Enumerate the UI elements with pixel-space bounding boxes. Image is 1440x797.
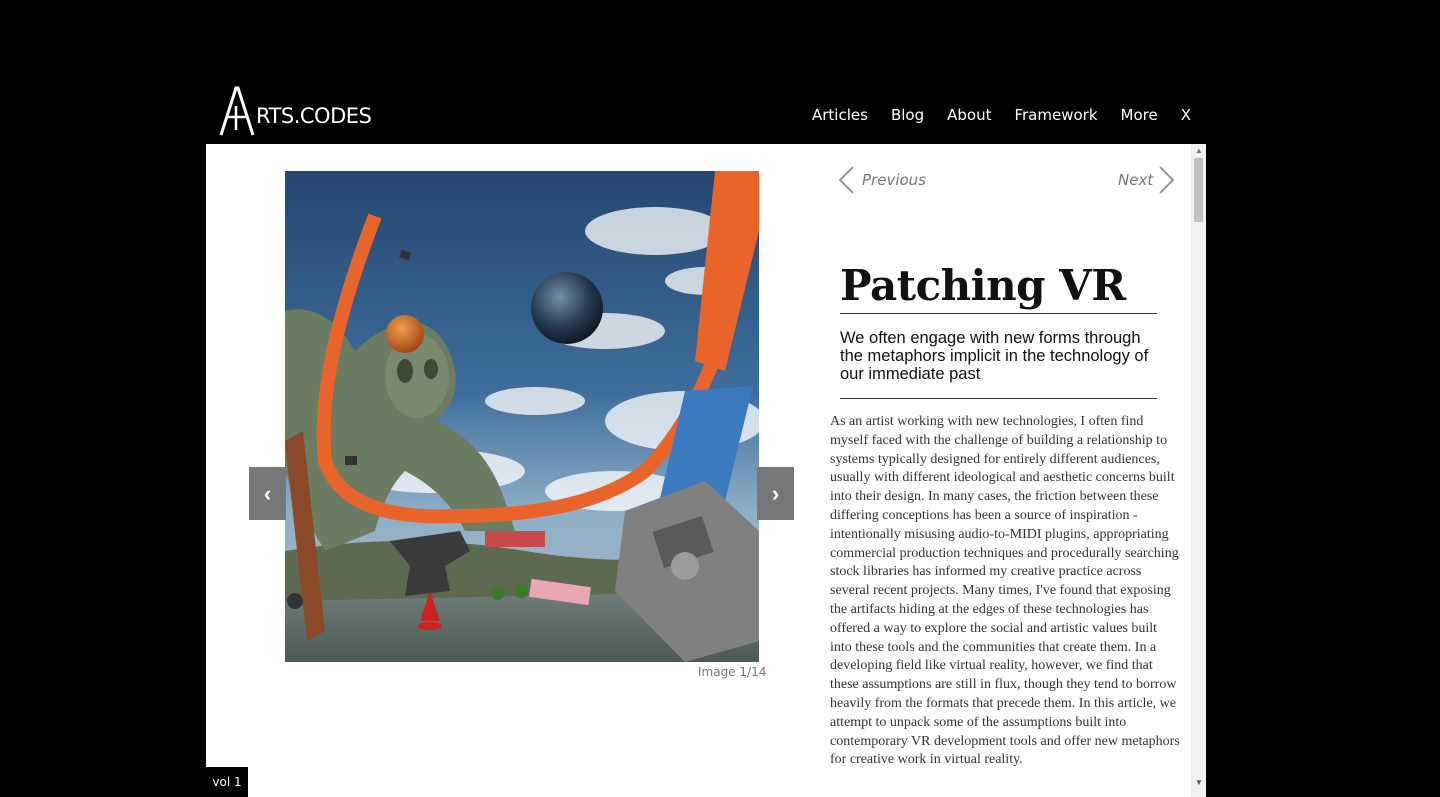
subtitle-divider bbox=[840, 398, 1157, 399]
article-body: As an artist working with new technologi… bbox=[830, 414, 1180, 768]
gallery-prev-button[interactable]: ‹ bbox=[249, 467, 286, 520]
article-subtitle: We often engage with new forms through t… bbox=[840, 329, 1149, 383]
scrollbar[interactable]: ▲ ▼ bbox=[1191, 144, 1206, 797]
volume-badge: vol 1 bbox=[206, 767, 248, 797]
main-nav: Articles Blog About Framework More X bbox=[812, 106, 1191, 124]
chevron-right-icon: › bbox=[771, 480, 780, 506]
nav-about[interactable]: About bbox=[947, 106, 991, 124]
nav-articles[interactable]: Articles bbox=[812, 106, 868, 124]
chevron-right-icon bbox=[1159, 166, 1175, 194]
previous-label: Previous bbox=[862, 171, 926, 189]
site-logo[interactable]: RTS.CODES bbox=[219, 86, 372, 136]
logo-text: RTS.CODES bbox=[256, 104, 372, 128]
nav-more[interactable]: More bbox=[1121, 106, 1158, 124]
chevron-left-icon: ‹ bbox=[263, 480, 272, 506]
previous-article-link[interactable]: Previous bbox=[838, 166, 926, 194]
title-divider bbox=[840, 313, 1157, 314]
next-label: Next bbox=[1118, 171, 1154, 189]
nav-blog[interactable]: Blog bbox=[891, 106, 924, 124]
article-title: Patching VR bbox=[840, 261, 1126, 310]
scroll-down-icon[interactable]: ▼ bbox=[1195, 778, 1203, 787]
article-panel: ‹ › Image 1/14 Previous Next Patching VR… bbox=[206, 144, 1206, 797]
chevron-left-icon bbox=[838, 166, 854, 194]
image-caption: Image 1/14 bbox=[698, 665, 767, 679]
gallery-next-button[interactable]: › bbox=[757, 467, 794, 520]
nav-framework[interactable]: Framework bbox=[1014, 106, 1097, 124]
gallery-image bbox=[285, 171, 759, 662]
logo-a-mark bbox=[219, 86, 255, 136]
scroll-thumb[interactable] bbox=[1194, 158, 1203, 222]
nav-close[interactable]: X bbox=[1181, 106, 1191, 124]
scroll-up-icon[interactable]: ▲ bbox=[1195, 146, 1203, 155]
next-article-link[interactable]: Next bbox=[1118, 166, 1175, 194]
